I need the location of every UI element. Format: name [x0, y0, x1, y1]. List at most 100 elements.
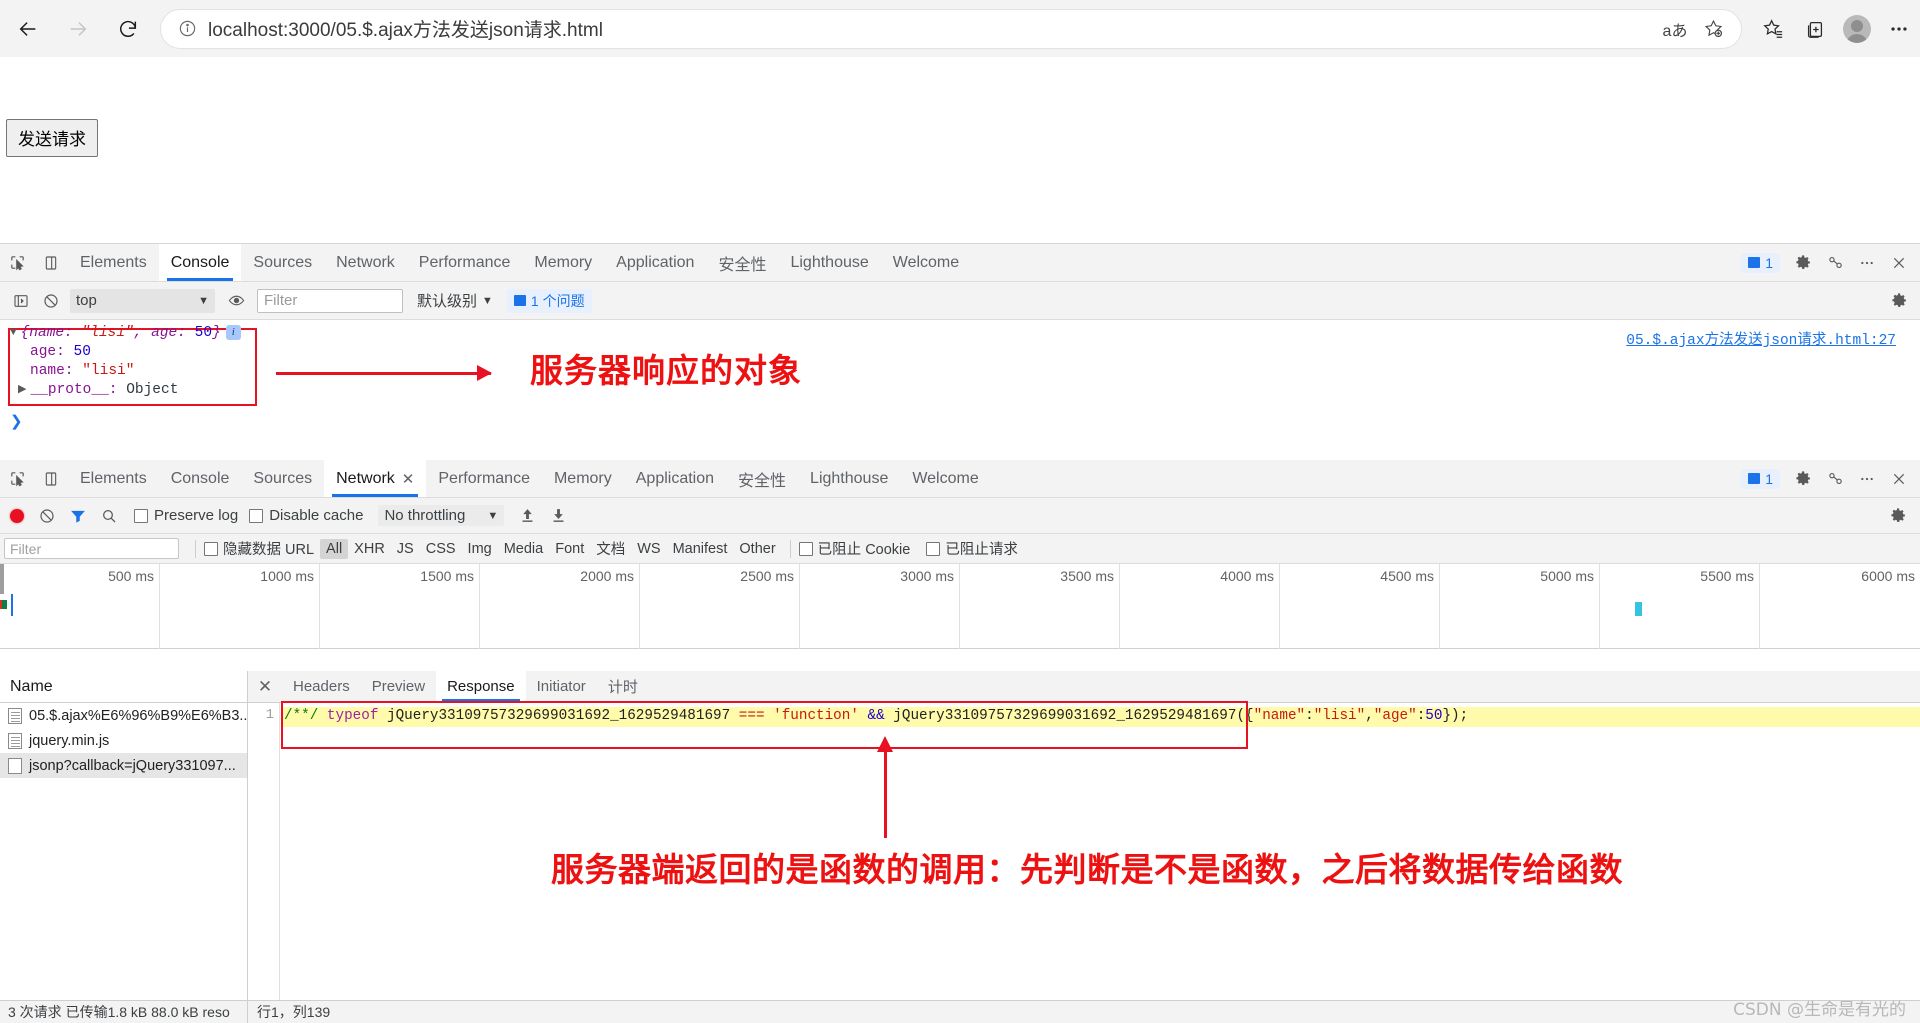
record-button-icon[interactable]: [10, 508, 24, 523]
log-object-summary[interactable]: ▼ {name: "lisi", age: 50} i: [10, 325, 241, 341]
detail-tab-headers[interactable]: Headers: [282, 671, 361, 702]
net-tab-lighthouse[interactable]: Lighthouse: [798, 460, 900, 497]
net-tab-security[interactable]: 安全性: [726, 460, 798, 497]
timeline-tick: 4000 ms: [1120, 564, 1280, 649]
disable-cache-checkbox[interactable]: Disable cache: [249, 507, 363, 524]
add-favorite-icon[interactable]: [1695, 12, 1731, 46]
filter-type-doc[interactable]: 文档: [590, 536, 631, 561]
filter-type-js[interactable]: JS: [391, 539, 420, 559]
console-settings-icon[interactable]: [1884, 286, 1914, 316]
settings-menu-button[interactable]: [1878, 8, 1920, 50]
net-tab-application[interactable]: Application: [624, 460, 726, 497]
net-issues-counter[interactable]: 1: [1741, 468, 1780, 489]
import-har-icon[interactable]: [513, 502, 541, 530]
net-tab-performance[interactable]: Performance: [426, 460, 542, 497]
devtools-customize-icon[interactable]: [1820, 248, 1850, 278]
net-tab-console[interactable]: Console: [159, 460, 242, 497]
export-har-icon[interactable]: [544, 502, 572, 530]
filter-funnel-icon[interactable]: [64, 502, 92, 530]
network-filter-input[interactable]: Filter: [4, 538, 179, 559]
devtools-customize-icon[interactable]: [1820, 464, 1850, 494]
devtools-settings-icon[interactable]: [1788, 464, 1818, 494]
devtools-close-icon[interactable]: [1884, 464, 1914, 494]
expand-triangle-down-icon[interactable]: ▼: [10, 327, 17, 339]
detail-tab-preview[interactable]: Preview: [361, 671, 436, 702]
close-icon[interactable]: ✕: [402, 470, 415, 488]
console-issues-pill[interactable]: 1 个问题: [506, 288, 592, 313]
filter-type-ws[interactable]: WS: [631, 539, 666, 559]
tab-lighthouse[interactable]: Lighthouse: [778, 244, 880, 281]
request-list-item[interactable]: jsonp?callback=jQuery331097...: [0, 753, 247, 778]
net-tab-sources[interactable]: Sources: [241, 460, 324, 497]
net-tab-network[interactable]: Network ✕: [324, 460, 427, 497]
net-tab-elements[interactable]: Elements: [68, 460, 159, 497]
device-toolbar-icon[interactable]: [34, 244, 68, 281]
inspect-element-icon[interactable]: [0, 244, 34, 281]
detail-tab-response[interactable]: Response: [436, 671, 526, 702]
filter-type-all[interactable]: All: [320, 538, 349, 559]
blocked-cookies-checkbox[interactable]: 已阻止 Cookie: [798, 538, 910, 559]
tab-memory[interactable]: Memory: [522, 244, 604, 281]
clear-console-icon[interactable]: [36, 286, 66, 316]
tab-console[interactable]: Console: [158, 244, 242, 281]
filter-type-manifest[interactable]: Manifest: [667, 539, 734, 559]
response-code-line[interactable]: /**/ typeof jQuery33109757329699031692_1…: [282, 707, 1920, 727]
back-button[interactable]: [6, 7, 50, 51]
filter-type-other[interactable]: Other: [733, 539, 781, 559]
blocked-requests-checkbox[interactable]: 已阻止请求: [926, 538, 1018, 559]
console-source-link[interactable]: 05.$.ajax方法发送json请求.html:27: [1626, 328, 1896, 349]
tab-network[interactable]: Network: [324, 244, 407, 281]
devtools-close-icon[interactable]: [1884, 248, 1914, 278]
devtools-more-icon[interactable]: [1852, 248, 1882, 278]
log-prop-age: age: 50: [30, 344, 91, 360]
console-sidebar-toggle-icon[interactable]: [6, 286, 36, 316]
filter-type-img[interactable]: Img: [462, 539, 498, 559]
profile-button[interactable]: [1836, 8, 1878, 50]
forward-button[interactable]: [56, 7, 100, 51]
detail-tab-initiator[interactable]: Initiator: [526, 671, 597, 702]
console-prompt-caret[interactable]: ❯: [10, 412, 23, 431]
throttling-select[interactable]: No throttling ▼: [378, 505, 505, 526]
tab-performance[interactable]: Performance: [407, 244, 523, 281]
tab-elements[interactable]: Elements: [68, 244, 159, 281]
expand-triangle-right-icon[interactable]: ▶: [18, 382, 26, 396]
devtools-settings-icon[interactable]: [1788, 248, 1818, 278]
collections-button[interactable]: [1794, 8, 1836, 50]
filter-type-media[interactable]: Media: [498, 539, 550, 559]
read-aloud-icon[interactable]: aあ: [1657, 12, 1693, 46]
net-tab-memory[interactable]: Memory: [542, 460, 624, 497]
console-filter-input[interactable]: Filter: [257, 288, 403, 313]
live-expression-eye-icon[interactable]: [221, 286, 251, 316]
device-toolbar-icon[interactable]: [34, 460, 68, 497]
tab-welcome[interactable]: Welcome: [881, 244, 971, 281]
close-detail-icon[interactable]: ✕: [248, 671, 282, 702]
log-prop-proto[interactable]: ▶ __proto__: Object: [18, 382, 178, 398]
inspect-element-icon[interactable]: [0, 460, 34, 497]
request-list-item[interactable]: 05.$.ajax%E6%96%B9%E6%B3...: [0, 703, 247, 728]
filter-type-xhr[interactable]: XHR: [348, 539, 391, 559]
filter-type-css[interactable]: CSS: [420, 539, 462, 559]
tab-security[interactable]: 安全性: [706, 244, 778, 281]
detail-tab-timing[interactable]: 计时: [597, 671, 649, 702]
execution-context-select[interactable]: top ▼: [70, 288, 215, 313]
send-request-button[interactable]: 发送请求: [6, 119, 98, 157]
network-settings-icon[interactable]: [1884, 502, 1912, 530]
request-list-item[interactable]: jquery.min.js: [0, 728, 247, 753]
hide-data-urls-checkbox[interactable]: 隐藏数据 URL: [204, 538, 314, 559]
search-icon[interactable]: [95, 502, 123, 530]
info-badge-icon[interactable]: i: [225, 325, 241, 340]
tab-sources[interactable]: Sources: [241, 244, 324, 281]
console-level-select[interactable]: 默认级别 ▼: [417, 290, 493, 311]
reload-button[interactable]: [106, 7, 150, 51]
site-info-icon[interactable]: [175, 17, 199, 41]
issues-counter[interactable]: 1: [1741, 252, 1780, 273]
tab-application[interactable]: Application: [604, 244, 706, 281]
address-bar[interactable]: localhost:3000/05.$.ajax方法发送json请求.html …: [160, 8, 1742, 49]
preserve-log-checkbox[interactable]: Preserve log: [134, 507, 238, 524]
clear-network-icon[interactable]: [33, 502, 61, 530]
network-overview-timeline[interactable]: 500 ms 1000 ms 1500 ms 2000 ms 2500 ms 3…: [0, 564, 1920, 649]
filter-type-font[interactable]: Font: [549, 539, 590, 559]
favorites-button[interactable]: [1752, 8, 1794, 50]
devtools-more-icon[interactable]: [1852, 464, 1882, 494]
net-tab-welcome[interactable]: Welcome: [900, 460, 990, 497]
